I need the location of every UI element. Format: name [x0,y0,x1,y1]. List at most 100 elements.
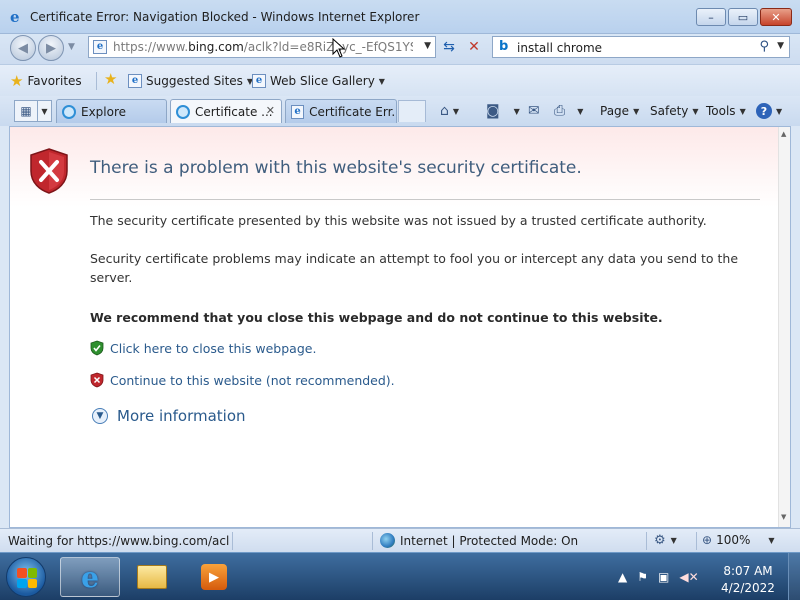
start-button[interactable] [6,557,46,597]
grid-icon: ▦ [20,104,32,118]
globe-icon [380,533,395,548]
chevron-down-icon: ▼ [577,106,584,116]
tab-certificate-error[interactable]: e Certificate Err... [285,99,397,123]
back-button[interactable]: ◀ [10,35,36,61]
recent-pages-dropdown[interactable]: ▼ [68,42,75,52]
scroll-down-icon[interactable]: ▼ [781,513,786,521]
tab-list-dropdown[interactable]: ▼ [38,100,52,122]
internet-explorer-icon: e [10,8,20,26]
shield-x-icon [30,148,68,194]
more-information-label: More information [117,407,246,425]
system-clock[interactable]: 8:07 AM 4/2/2022 [712,563,784,597]
page-icon: e [93,40,107,54]
search-options-dropdown[interactable]: ▼ [777,41,784,51]
maximize-button[interactable]: ▭ [728,8,758,26]
rss-icon: ◙ [486,103,500,119]
page-icon: e [252,74,266,88]
show-hidden-icons-icon[interactable]: ▲ [618,570,627,584]
tab-explore[interactable]: Explore [56,99,167,123]
status-divider [372,532,373,550]
chevron-down-icon: ▼ [776,106,783,116]
network-icon[interactable]: ▣ [658,570,669,584]
status-text: Waiting for https://www.bing.com/aclk?lc [8,534,230,548]
feeds-button[interactable]: ◙ ▼ [486,102,520,120]
action-center-flag-icon[interactable]: ⚑ [637,570,648,584]
page-menu-button[interactable]: Page ▼ [600,102,639,120]
search-input[interactable]: b install chrome ⚲ ▼ [492,36,790,58]
cert-risk-text: Security certificate problems may indica… [90,251,739,285]
vertical-scrollbar[interactable]: ▲ ▼ [778,127,790,527]
window-controls: – ▭ ✕ [696,8,792,26]
title-bar: e Certificate Error: Navigation Blocked … [0,0,800,34]
chevron-down-icon: ▼ [378,76,385,86]
address-toolbar: ◀ ▶ ▼ e https://www.bing.com/aclk?ld=e8R… [0,34,800,64]
print-button[interactable]: ⎙ ▼ [554,102,583,120]
clock-date: 4/2/2022 [721,581,775,595]
zoom-icon: ⊕ [702,533,713,547]
home-button[interactable]: ⌂ ▼ [440,102,459,120]
status-divider [646,532,647,550]
favorites-divider [96,72,97,90]
safety-menu-button[interactable]: Safety ▼ [650,102,699,120]
star-icon: ★ [10,72,24,90]
close-tab-button[interactable]: ✕ [266,104,275,117]
stop-button[interactable]: ✕ [464,37,484,57]
show-desktop-button[interactable] [788,553,800,600]
quick-tabs-button[interactable]: ▦ [14,100,38,122]
add-favorite-icon[interactable]: ★ [104,70,117,88]
status-bar: Waiting for https://www.bing.com/aclk?lc… [0,528,800,552]
taskbar-internet-explorer[interactable]: e [60,557,120,597]
address-url[interactable]: https://www.bing.com/aclk?ld=e8RiZnyc_-E… [113,40,413,54]
system-tray: ▲ ⚑ ▣ ◀✕ [618,553,699,600]
chevron-down-icon: ▼ [768,535,775,545]
tab-label: Certificate Err... [309,104,396,119]
security-zone-label: Internet | Protected Mode: On [400,533,579,548]
printer-icon: ⎙ [554,103,566,119]
url-path: /aclk?ld=e8RiZnyc_-EfQS1YSEfQi [243,40,413,54]
favorites-button[interactable]: ★ Favorites [10,70,82,92]
minimize-button[interactable]: – [696,8,726,26]
page-icon: e [291,104,305,119]
tab-bar: ▦ ▼ Explore Certificate ... ✕ e Certific… [0,96,800,126]
favorites-item-suggested-sites[interactable]: e Suggested Sites ▼ [128,71,253,91]
chevron-down-icon: ▼ [452,106,460,116]
continue-website-link[interactable]: Continue to this website (not recommende… [90,372,395,388]
close-window-button[interactable]: ✕ [760,8,792,26]
favorites-item-web-slice-gallery[interactable]: e Web Slice Gallery ▼ [252,71,385,91]
page-menu-label: Page [600,104,630,118]
refresh-compat-button[interactable]: ⇆ [438,37,460,57]
taskbar-file-explorer[interactable] [122,557,182,597]
scroll-up-icon[interactable]: ▲ [781,130,786,138]
clock-time: 8:07 AM [723,564,773,578]
chevron-down-icon: ▼ [633,106,640,116]
zoom-level: 100% [716,533,751,547]
security-zone[interactable]: Internet | Protected Mode: On [380,533,578,548]
search-query[interactable]: install chrome [517,41,602,55]
page-status-button[interactable]: ⚙ ▼ [654,533,677,548]
more-information-toggle[interactable]: ▼ More information [92,407,246,425]
change-status-icon: ⚙ [654,533,666,548]
taskbar: e ▶ ▲ ⚑ ▣ ◀✕ 8:07 AM 4/2/2022 [0,552,800,600]
favorites-item-label: Web Slice Gallery [270,74,375,88]
help-icon: ? [756,103,772,119]
taskbar-media-player[interactable]: ▶ [184,557,244,597]
zoom-button[interactable]: ⊕ 100% ▼ [702,533,775,547]
tools-menu-button[interactable]: Tools ▼ [706,102,746,120]
new-tab-button[interactable] [398,100,426,122]
media-player-icon: ▶ [201,564,227,590]
shield-x-icon [90,372,104,388]
address-dropdown[interactable]: ▼ [424,41,431,51]
loading-icon [176,104,190,119]
forward-button[interactable]: ▶ [38,35,64,61]
cert-issue-text: The security certificate presented by th… [90,213,707,228]
tab-certificate-active[interactable]: Certificate ... ✕ [170,99,282,123]
title-divider [90,199,760,200]
page-icon: e [128,74,142,88]
search-icon[interactable]: ⚲ [759,39,769,54]
volume-muted-icon[interactable]: ◀✕ [679,570,698,584]
help-button[interactable]: ? ▼ [756,102,782,120]
close-webpage-link[interactable]: Click here to close this webpage. [90,340,316,356]
tab-label: Explore [81,104,127,119]
read-mail-button[interactable]: ✉ [528,102,540,120]
address-input[interactable]: e https://www.bing.com/aclk?ld=e8RiZnyc_… [88,36,436,58]
